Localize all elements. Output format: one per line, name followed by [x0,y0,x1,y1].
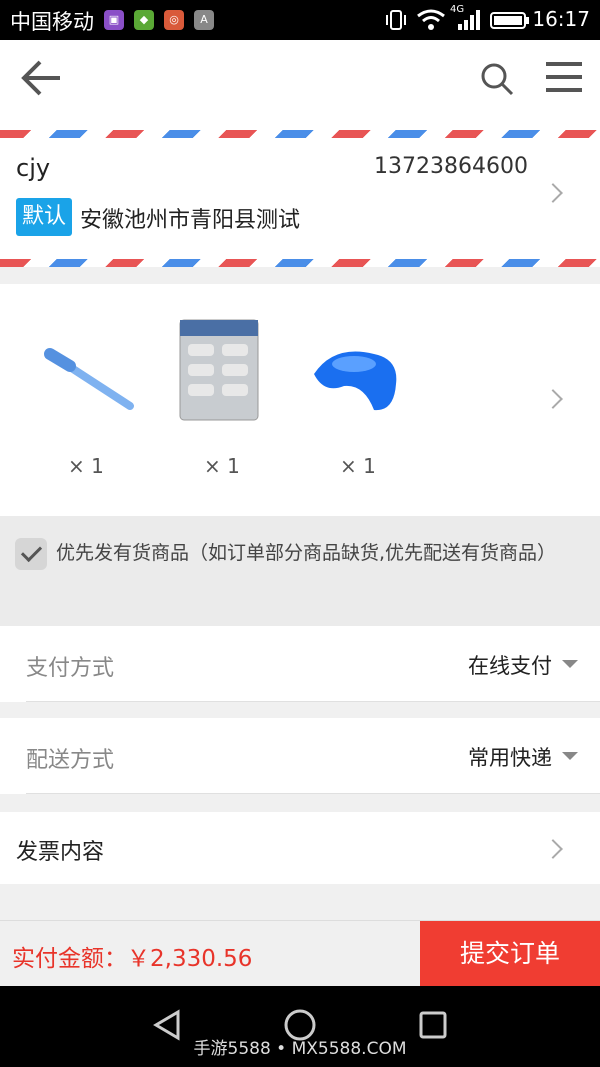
app-notification-icon: ◆ [134,10,154,30]
total-amount: 实付金额：￥2,330.56 [12,946,253,972]
status-bar: 中国移动 ▣ ◆ ◎ A 4G 16:17 [0,0,600,40]
app-notification-icon: A [194,10,214,30]
recipient-name: cjy [16,154,51,182]
stock-priority-option: 优先发有货商品（如订单部分商品缺货,优先配送有货商品） [0,516,600,626]
wifi-icon [417,9,445,30]
delivery-method-row[interactable]: 配送方式 常用快递 [0,718,600,794]
product-image-toothbrush [36,320,144,428]
product-list[interactable]: × 1 × 1 × 1 [0,284,600,516]
chevron-right-icon [543,183,563,203]
delivery-method-value: 常用快递 [468,746,552,770]
delivery-method-label: 配送方式 [26,748,115,773]
chevron-right-icon [543,839,563,859]
system-nav-bar: 手游5588 • MX5588.COM [0,986,600,1067]
app-notification-icon: ◎ [164,10,184,30]
product-image-blade-pack [179,319,259,421]
invoice-label: 发票内容 [16,840,105,865]
signal-icon [458,10,480,30]
dropdown-triangle-icon [562,660,578,668]
carrier-label: 中国移动 [10,10,94,34]
divider [26,793,600,794]
product-image-blue-tray [314,351,397,411]
chevron-right-icon [543,389,563,409]
shipping-address-card[interactable]: cjy 13723864600 默认 安徽池州市青阳县测试 [0,130,600,267]
stock-priority-text: 优先发有货商品（如订单部分商品缺货,优先配送有货商品） [56,542,557,564]
product-qty: × 1 [204,454,240,478]
search-icon[interactable] [478,60,516,98]
address-text: 安徽池州市青阳县测试 [80,208,301,233]
dropdown-triangle-icon [562,752,578,760]
top-bar [0,40,600,130]
order-footer: 实付金额：￥2,330.56 提交订单 [0,920,600,987]
clock: 16:17 [532,7,590,31]
product-qty: × 1 [68,454,104,478]
app-notification-icon: ▣ [104,10,124,30]
invoice-row[interactable]: 发票内容 [0,812,600,884]
payment-method-value: 在线支付 [468,654,552,678]
divider [26,701,600,702]
back-arrow-icon[interactable] [18,58,64,98]
airmail-border-top [0,130,600,138]
menu-icon[interactable] [544,60,584,96]
watermark: 手游5588 • MX5588.COM [193,1039,407,1059]
stock-priority-checkbox[interactable] [15,538,47,570]
vibrate-icon [386,10,406,30]
payment-method-label: 支付方式 [26,656,115,681]
product-qty: × 1 [340,454,376,478]
airmail-border-bottom [0,259,600,267]
recipient-phone: 13723864600 [374,154,528,179]
payment-method-row[interactable]: 支付方式 在线支付 [0,626,600,702]
battery-icon [490,12,529,29]
submit-order-button[interactable]: 提交订单 [420,921,600,987]
default-badge: 默认 [16,198,72,236]
